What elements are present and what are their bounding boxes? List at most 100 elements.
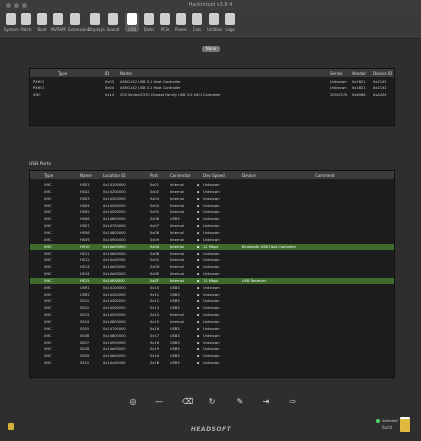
table-row[interactable]: XHC HS03 0x14300000 0x03 Internal Unknown ▪	[30, 196, 394, 202]
port-checkbox[interactable]: ▪	[197, 197, 199, 201]
minus-icon[interactable]: —	[155, 398, 163, 406]
table-row[interactable]: XHC HS10 0x14a00000 0x0A Internal 12 Mbps Blue…	[30, 243, 394, 251]
port-checkbox[interactable]: ▪	[197, 217, 199, 221]
table-row[interactable]: XHC HS11 0x14b00000 0x0B Internal Unknown ▪	[30, 251, 394, 257]
column-header[interactable]: Location ID	[103, 173, 125, 178]
port-checkbox[interactable]: ▪	[197, 293, 199, 297]
column-header[interactable]: Port	[150, 173, 158, 178]
table-row[interactable]: XHC SS01 0x14300000 0x12 USB3 Unknown ▪	[30, 298, 394, 304]
column-header[interactable]: Series	[330, 71, 342, 76]
toolbar-item-power[interactable]: Power	[174, 13, 188, 32]
refresh-icon[interactable]: ↻	[208, 398, 216, 406]
port-checkbox[interactable]: ▪	[197, 299, 199, 303]
table-row[interactable]: XHC SS03 0x14500000 0x14 Internal Unknown ▪	[30, 312, 394, 318]
refresh-cw-icon[interactable]: ◎	[129, 398, 137, 406]
toolbar-item-pcie[interactable]: PCIe	[158, 13, 172, 32]
toolbar-item-extensions[interactable]: Extensions	[68, 13, 90, 32]
port-checkbox[interactable]: ▪	[197, 210, 199, 214]
export-icon[interactable]: ⇨	[289, 398, 297, 406]
port-checkbox[interactable]: ▪	[197, 279, 199, 283]
controller-row[interactable]: XHC 0x14 200 Series/Z370 Chipset Family US…	[30, 92, 394, 98]
table-row[interactable]: XHC HS12 0x14c00000 0x0C Internal Unknown ▪	[30, 257, 394, 263]
table-row[interactable]: XHC HS01 0x14100000 0x01 Internal Unknown ▪	[30, 182, 394, 188]
port-checkbox[interactable]: ▪	[197, 231, 199, 235]
table-row[interactable]: XHC SS09 0x14b00000 0x1A USB3 Unknown ▪	[30, 353, 394, 359]
port-checkbox[interactable]: ▪	[197, 341, 199, 345]
table-row[interactable]: XHC SS05 0x14700000 0x16 USB3 Unknown ▪	[30, 326, 394, 332]
table-row[interactable]: XHC HS14 0x14e00000 0x0E Internal Unknown ▪	[30, 271, 394, 277]
edit-icon[interactable]: ✎	[236, 398, 244, 406]
table-row[interactable]: XHC USR2 0x14200000 0x11 USB3 Unknown ▪	[30, 292, 394, 298]
port-checkbox[interactable]: ▪	[197, 258, 199, 262]
toolbar-item-usb[interactable]: USB	[125, 13, 139, 32]
table-row[interactable]: XHC SS02 0x14400000 0x13 USB3 Unknown ▪	[30, 305, 394, 311]
table-cell: 12 Mbps	[203, 244, 219, 249]
table-row[interactable]: XHC HS02 0x14200000 0x02 Internal Unknown ▪	[30, 189, 394, 195]
headsoft-logo: HEADSOFT	[190, 426, 232, 433]
table-row[interactable]: XHC HS06 0x14600000 0x06 USB3 Unknown ▪	[30, 216, 394, 222]
column-header[interactable]: Name	[120, 71, 132, 76]
table-row[interactable]: XHC HS13 0x14d00000 0x0D Internal Unknown ▪	[30, 264, 394, 270]
toolbar-item-calc[interactable]: Calc	[190, 13, 204, 32]
port-checkbox[interactable]: ▪	[197, 272, 199, 276]
port-checkbox[interactable]: ▪	[197, 354, 199, 358]
table-cell: USR1	[80, 285, 90, 290]
port-checkbox[interactable]: ▪	[197, 361, 199, 365]
toolbar-item-utilities[interactable]: Utilities	[207, 13, 222, 32]
table-cell: 0x16	[150, 326, 159, 331]
lock-icon[interactable]	[8, 423, 14, 430]
clear-icon[interactable]: ⌫	[182, 398, 193, 406]
toolbar-item-logs[interactable]: Logs	[223, 13, 237, 32]
toolbar-item-boot[interactable]: Boot	[35, 13, 49, 32]
toolbar-item-system[interactable]: System	[4, 13, 19, 32]
port-checkbox[interactable]: ▪	[197, 204, 199, 208]
column-header[interactable]: ID	[105, 71, 109, 76]
port-checkbox[interactable]: ▪	[197, 265, 199, 269]
port-checkbox[interactable]: ▪	[197, 320, 199, 324]
port-checkbox[interactable]: ▪	[197, 224, 199, 228]
column-header[interactable]: Name	[80, 173, 92, 178]
port-checkbox[interactable]: ▪	[197, 327, 199, 331]
port-checkbox[interactable]: ▪	[197, 245, 199, 249]
port-checkbox[interactable]: ▪	[197, 238, 199, 242]
column-header[interactable]: Comment	[315, 173, 335, 178]
table-row[interactable]: XHC HS09 0x14900000 0x09 Internal Unknown ▪	[30, 237, 394, 243]
port-checkbox[interactable]: ▪	[197, 190, 199, 194]
table-row[interactable]: XHC SS04 0x14600000 0x15 Internal Unknown ▪	[30, 319, 394, 325]
toolbar-item-disks[interactable]: Disks	[142, 13, 156, 32]
table-cell: 0xA2AF	[373, 92, 387, 97]
column-header[interactable]: Dev Speed	[203, 173, 225, 178]
table-row[interactable]: XHC SS10 0x14c00000 0x1B USB3 Unknown ▪	[30, 360, 394, 366]
none-button[interactable]: None	[202, 46, 220, 52]
port-checkbox[interactable]: ▪	[197, 252, 199, 256]
table-row[interactable]: XHC SS07 0x14900000 0x18 USB3 Unknown ▪	[30, 340, 394, 346]
table-row[interactable]: XHC HS08 0x14800000 0x08 Internal Unknown ▪	[30, 230, 394, 236]
table-row[interactable]: XHC HS05 0x14500000 0x05 Internal Unknown ▪	[30, 209, 394, 215]
toolbar-item-displays[interactable]: Displays	[88, 13, 105, 32]
column-header[interactable]: Connector	[170, 173, 191, 178]
column-header[interactable]: Vendor	[352, 71, 366, 76]
import-icon[interactable]: ⇥	[262, 398, 270, 406]
beer-icon[interactable]	[400, 419, 410, 432]
column-header[interactable]: Type	[44, 173, 53, 178]
column-header[interactable]: Device ID	[373, 71, 392, 76]
port-checkbox[interactable]: ▪	[197, 183, 199, 187]
table-row[interactable]: XHC HS15 0x14f00000 0x0F Internal 12 Mbps USB …	[30, 277, 394, 285]
table-row[interactable]: XHC USR1 0x14100000 0x10 USB3 Unknown ▪	[30, 285, 394, 291]
toolbar-item-nvram[interactable]: NVRAM	[51, 13, 66, 32]
port-checkbox[interactable]: ▪	[197, 313, 199, 317]
table-cell: HS10	[80, 244, 90, 249]
port-checkbox[interactable]: ▪	[197, 306, 199, 310]
port-checkbox[interactable]: ▪	[197, 334, 199, 338]
port-checkbox[interactable]: ▪	[197, 286, 199, 290]
table-cell: XHC	[44, 347, 52, 352]
table-row[interactable]: XHC HS07 0x14700000 0x07 Internal Unknown ▪	[30, 223, 394, 229]
table-row[interactable]: XHC HS04 0x14400000 0x04 Internal Unknown ▪	[30, 203, 394, 209]
table-row[interactable]: XHC SS06 0x14800000 0x17 USB3 Unknown ▪	[30, 333, 394, 339]
column-header[interactable]: Device	[242, 173, 256, 178]
toolbar-item-sound[interactable]: Sound	[106, 13, 120, 32]
table-row[interactable]: XHC SS08 0x14a00000 0x19 USB3 Unknown ▪	[30, 346, 394, 352]
column-header[interactable]: Type	[58, 71, 67, 76]
toolbar-item-patch[interactable]: Patch	[19, 13, 33, 32]
port-checkbox[interactable]: ▪	[197, 347, 199, 351]
